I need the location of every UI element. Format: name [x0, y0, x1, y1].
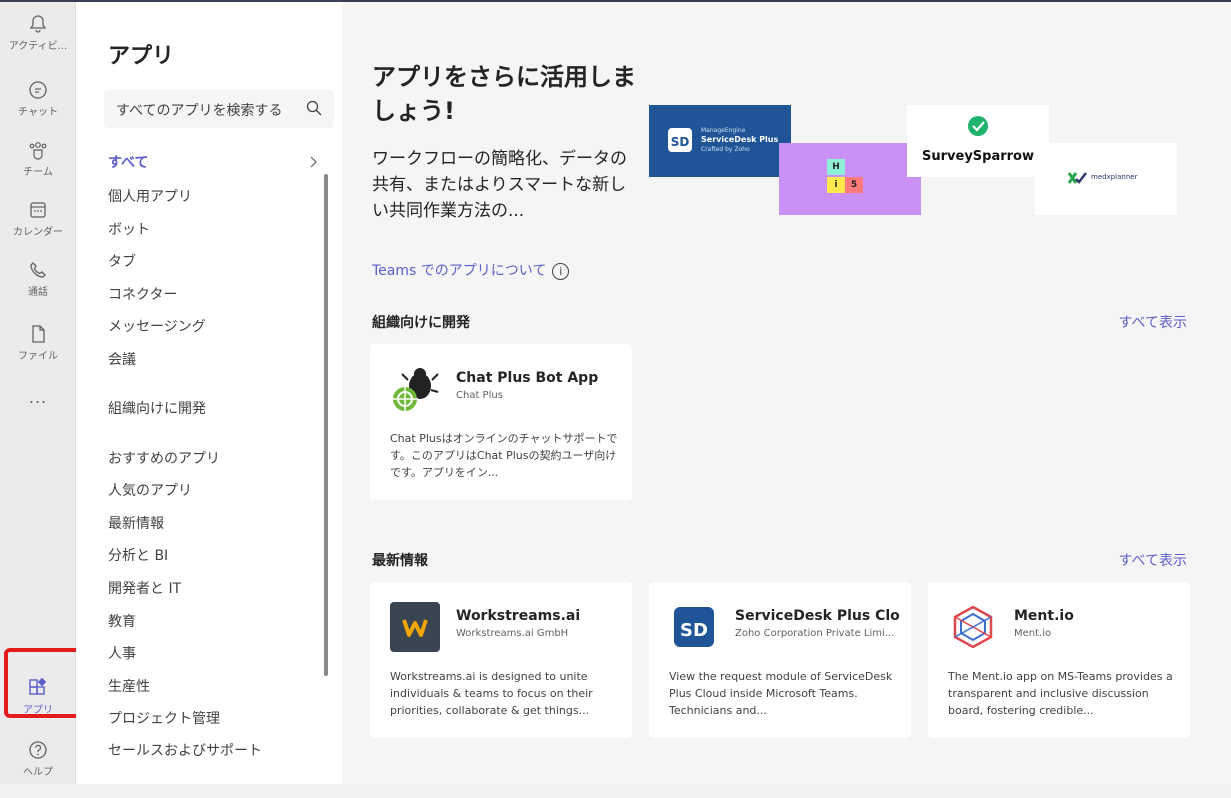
- about-apps-link-text: Teams でのアプリについて: [372, 263, 547, 279]
- category-analytics[interactable]: 分析と BI: [108, 545, 168, 565]
- rail-files[interactable]: ファイル: [0, 324, 76, 382]
- sidebar-title: アプリ: [108, 44, 175, 69]
- category-sales[interactable]: セールスおよびサポート: [108, 740, 262, 760]
- medxplanner-name: medxplanner: [1091, 173, 1138, 181]
- apps-sidebar: アプリ すべてのアプリを検索する すべて 個人用アプリ ボット タブ コネクター…: [76, 2, 342, 784]
- servicedesk-logo: SD: [668, 128, 692, 152]
- servicedesk-icon: SD: [674, 607, 714, 647]
- servicedesk-card-logo: SD: [669, 602, 719, 652]
- app-card-workstreams[interactable]: Workstreams.ai Workstreams.ai GmbH Works…: [370, 582, 632, 738]
- category-popular[interactable]: 人気のアプリ: [108, 480, 192, 500]
- app-card-chatplus[interactable]: Chat Plus Bot App Chat Plus Chat Plusはオン…: [370, 344, 632, 500]
- app-card-servicedesk[interactable]: SD ServiceDesk Plus Clo... Zoho Corporat…: [649, 582, 911, 738]
- app-card-mentio[interactable]: Ment.io Ment.io The Ment.io app on MS-Te…: [928, 582, 1190, 738]
- search-placeholder: すべてのアプリを検索する: [116, 103, 283, 119]
- rail-activity-label: アクティビ...: [8, 41, 68, 52]
- surveysparrow-tile[interactable]: SurveySparrow: [907, 105, 1049, 177]
- svg-text:SD: SD: [671, 135, 690, 149]
- chat-icon: [29, 81, 47, 99]
- app-card-description: Workstreams.ai is designed to unite indi…: [390, 670, 593, 717]
- category-recommended[interactable]: おすすめのアプリ: [108, 448, 220, 468]
- category-org[interactable]: 組織向けに開発: [108, 398, 206, 418]
- app-card-publisher: Chat Plus: [456, 390, 503, 401]
- category-hr[interactable]: 人事: [108, 643, 136, 663]
- phone-icon: [30, 262, 46, 278]
- file-icon: [32, 325, 45, 343]
- rail-chat-label: チャット: [18, 107, 58, 118]
- rail-chat[interactable]: チャット: [0, 80, 76, 138]
- sidebar-scrollbar[interactable]: [324, 174, 328, 676]
- bug-target-icon: [392, 368, 439, 412]
- hexagon-icon: [953, 605, 993, 649]
- servicedesk-brand: ManageEngine: [701, 127, 746, 134]
- servicedesk-product: ServiceDesk Plus: [701, 135, 779, 144]
- category-tabs[interactable]: タブ: [108, 251, 136, 271]
- rail-calendar[interactable]: カレンダー: [0, 200, 76, 258]
- category-education[interactable]: 教育: [108, 611, 136, 631]
- rail-calls-label: 通話: [28, 287, 48, 298]
- medxplanner-logo: [1067, 172, 1087, 184]
- bell-icon: [29, 15, 47, 33]
- medxplanner-tile[interactable]: medxplanner: [1035, 143, 1177, 215]
- teams-icon: [29, 142, 47, 160]
- app-card-name: ServiceDesk Plus Clo...: [735, 608, 901, 624]
- his-letter-5: 5: [845, 177, 863, 193]
- category-meetings[interactable]: 会議: [108, 349, 136, 369]
- his-tile[interactable]: H i 5: [779, 143, 921, 215]
- his-letter-h: H: [827, 159, 845, 175]
- app-card-publisher: Workstreams.ai GmbH: [456, 628, 569, 639]
- rail-calls[interactable]: 通話: [0, 260, 76, 318]
- app-card-publisher: Ment.io: [1014, 628, 1052, 639]
- chevron-right-icon: [310, 156, 317, 168]
- mentio-logo: [948, 602, 998, 652]
- servicedesk-tile[interactable]: SD ManageEngine ServiceDesk Plus Crafted…: [649, 105, 791, 177]
- app-card-description: The Ment.io app on MS-Teams provides a t…: [948, 670, 1173, 717]
- servicedesk-sub: Crafted by Zoho: [701, 146, 750, 153]
- highlight-box: [4, 648, 84, 718]
- help-icon: [29, 741, 47, 759]
- search-icon[interactable]: [306, 100, 322, 116]
- rail-help[interactable]: ヘルプ: [0, 740, 76, 798]
- category-bots[interactable]: ボット: [108, 219, 150, 239]
- rail-help-label: ヘルプ: [23, 767, 53, 778]
- rail-activity[interactable]: アクティビ...: [0, 14, 76, 72]
- workstreams-logo: [390, 602, 440, 652]
- section-org-heading: 組織向けに開発: [372, 315, 470, 331]
- app-card-publisher: Zoho Corporation Private Limi...: [735, 628, 895, 639]
- calendar-icon: [30, 202, 46, 218]
- chatplus-logo: [390, 364, 440, 414]
- app-card-name: Ment.io: [1014, 608, 1074, 624]
- apps-main: アプリをさらに活用しましょう! ワークフローの簡略化、データの共有、またはよりス…: [342, 2, 1231, 784]
- rail-teams[interactable]: チーム: [0, 140, 76, 198]
- search-input[interactable]: すべてのアプリを検索する: [104, 90, 334, 128]
- category-personal[interactable]: 個人用アプリ: [108, 186, 192, 206]
- w-logo-icon: [402, 619, 428, 637]
- svg-text:SD: SD: [680, 620, 708, 641]
- category-project[interactable]: プロジェクト管理: [108, 708, 220, 728]
- rail-teams-label: チーム: [23, 167, 53, 178]
- latest-show-all-link[interactable]: すべて表示: [1119, 550, 1187, 570]
- category-all[interactable]: すべて: [108, 152, 148, 172]
- rail-calendar-label: カレンダー: [13, 227, 63, 238]
- surveysparrow-name: SurveySparrow: [922, 149, 1034, 164]
- about-apps-link[interactable]: Teams でのアプリについて i: [372, 260, 570, 280]
- app-card-name: Chat Plus Bot App: [456, 370, 599, 386]
- app-card-description: View the request module of ServiceDesk P…: [669, 670, 893, 717]
- surveysparrow-logo: [968, 116, 988, 136]
- app-card-name: Workstreams.ai: [456, 608, 581, 624]
- org-show-all-link[interactable]: すべて表示: [1119, 312, 1187, 332]
- category-messaging[interactable]: メッセージング: [108, 316, 206, 336]
- category-connectors[interactable]: コネクター: [108, 284, 177, 304]
- category-latest[interactable]: 最新情報: [108, 513, 164, 533]
- section-latest-heading: 最新情報: [372, 553, 428, 569]
- his-letter-i: i: [827, 177, 845, 193]
- category-productivity[interactable]: 生産性: [108, 676, 150, 696]
- app-card-description: Chat Plusはオンラインのチャットサポートです。このアプリはChat Pl…: [390, 432, 618, 479]
- category-developer[interactable]: 開発者と IT: [108, 578, 181, 598]
- hero-description: ワークフローの簡略化、データの共有、またはよりスマートな新しい共同作業方法の..…: [372, 149, 627, 221]
- rail-files-label: ファイル: [18, 351, 58, 362]
- info-icon: i: [552, 262, 570, 280]
- hero-title: アプリをさらに活用しましょう!: [372, 63, 636, 125]
- more-apps-button[interactable]: ...: [0, 388, 76, 407]
